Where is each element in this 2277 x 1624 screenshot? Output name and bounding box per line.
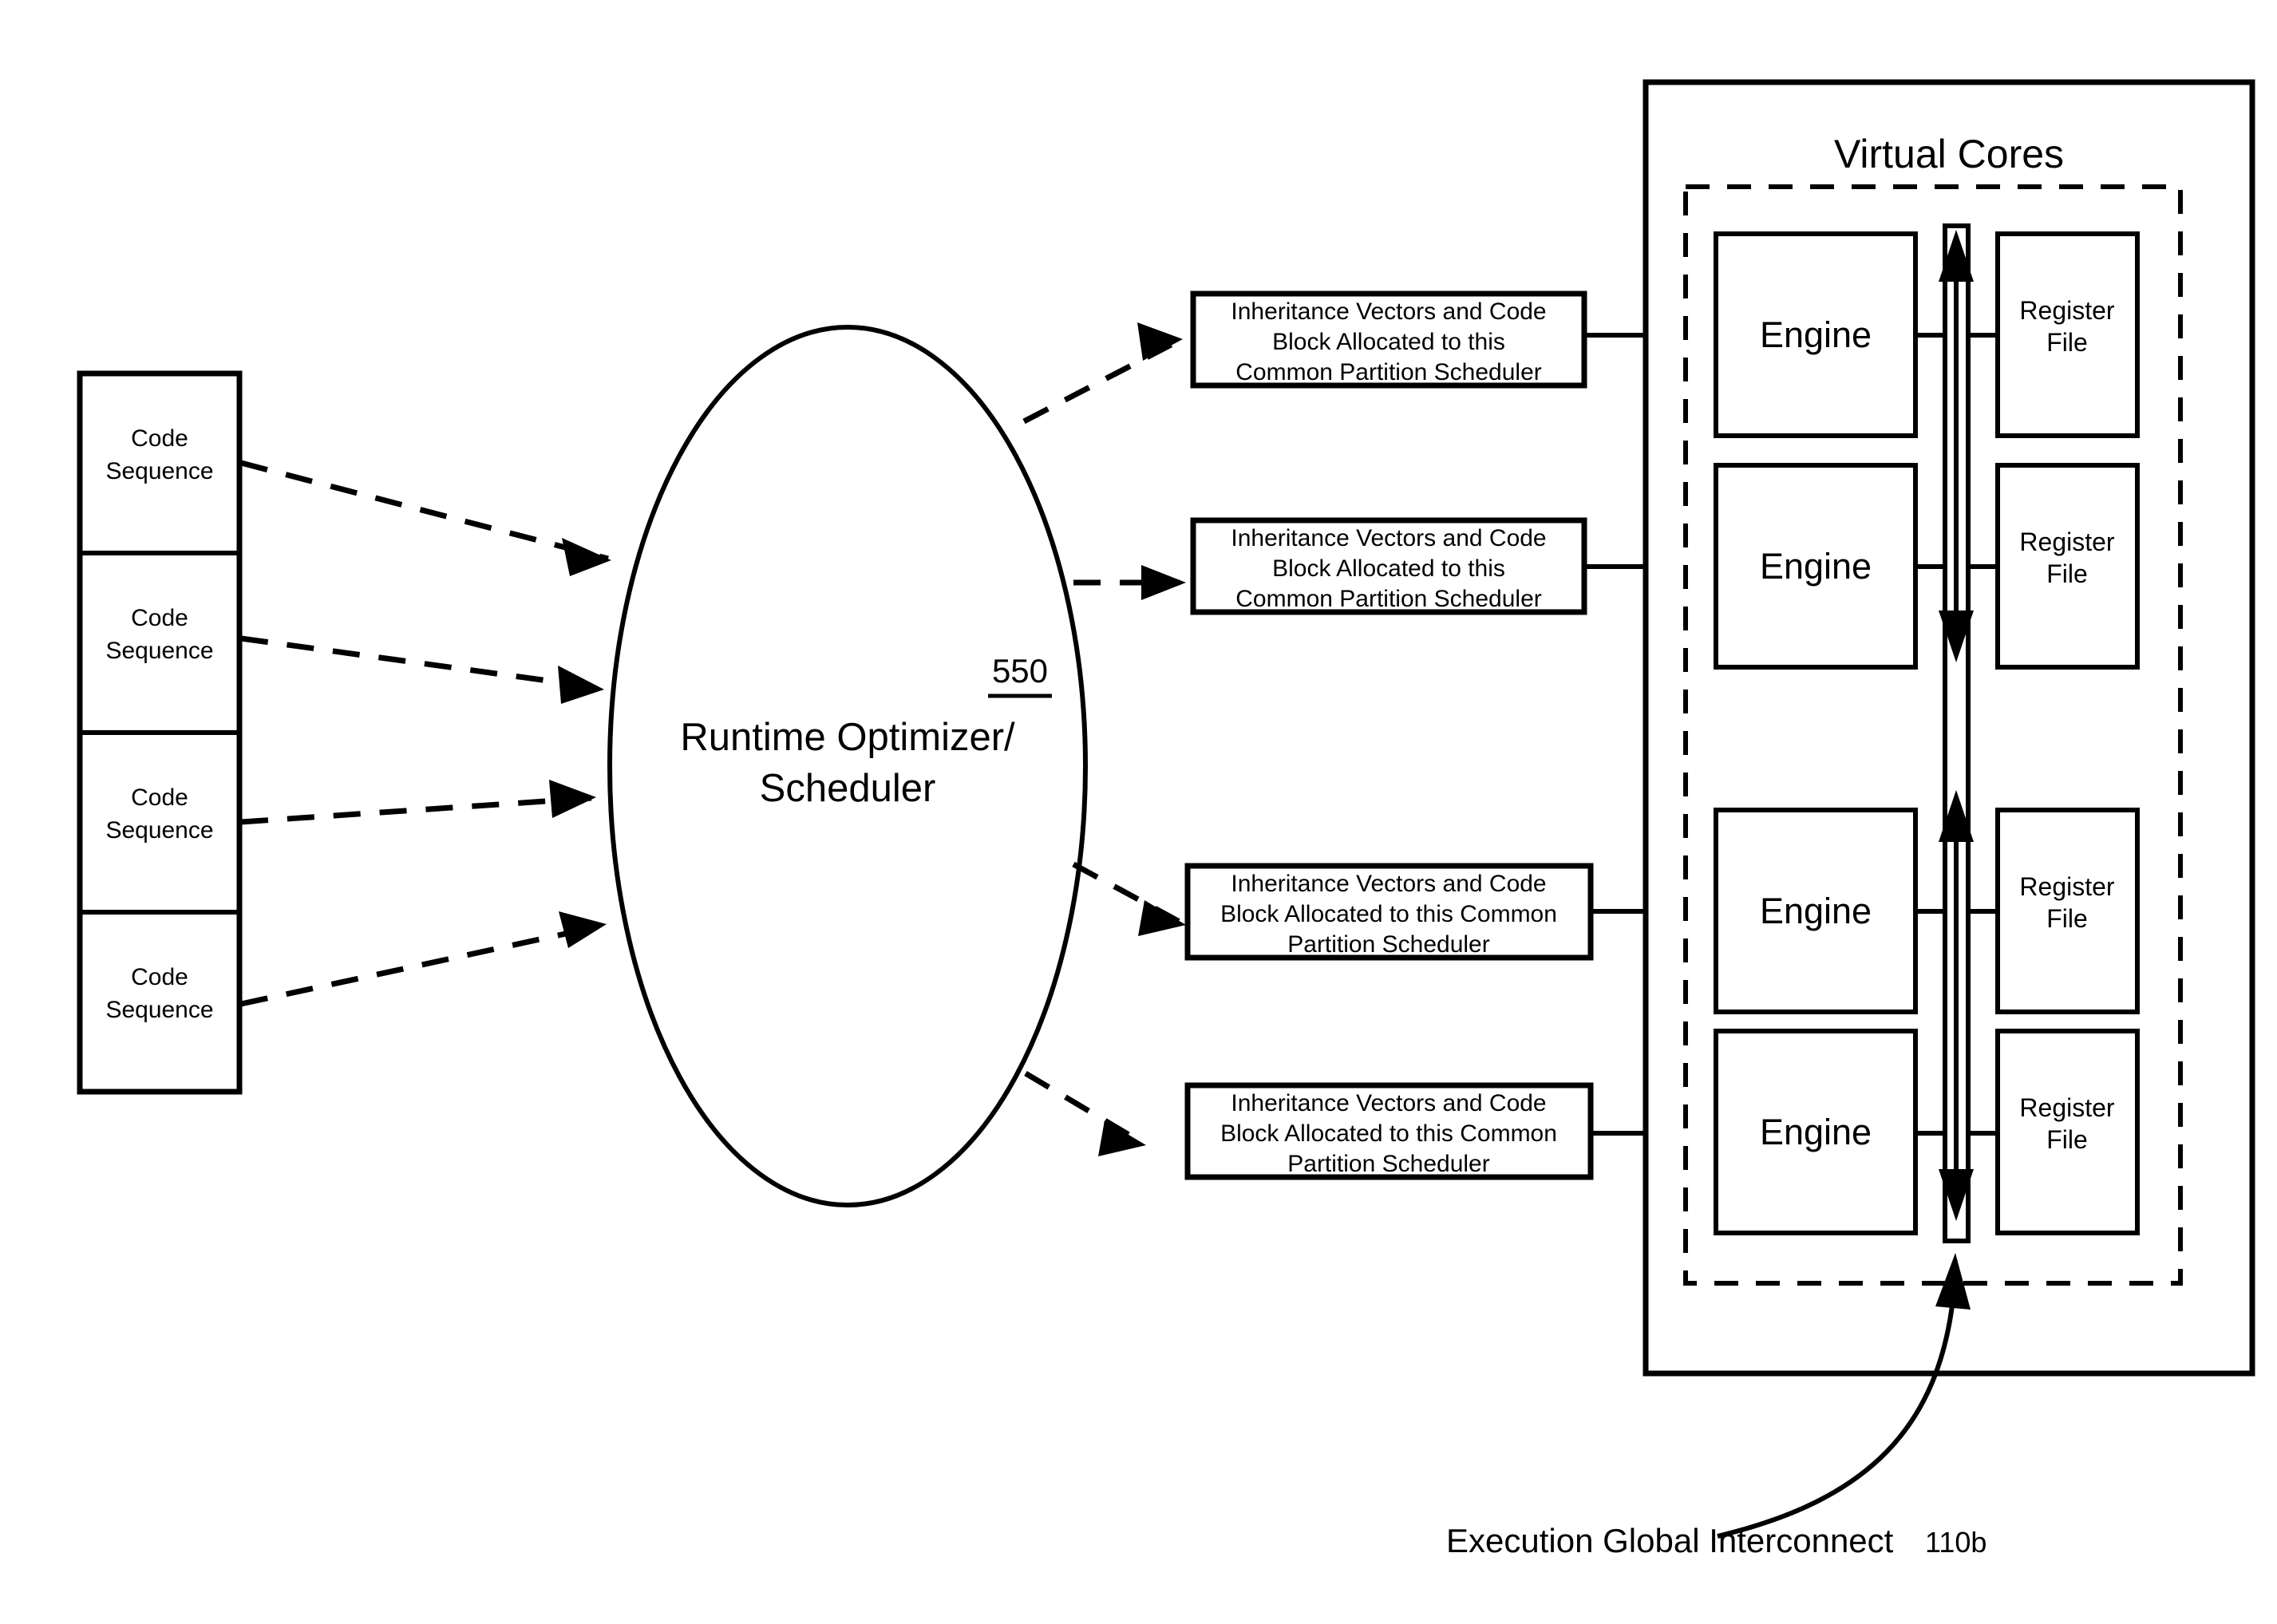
code-sequence-label-2-line2: Sequence [105,638,213,664]
partition-box-2-line1: Inheritance Vectors and Code [1231,525,1546,551]
dashed-arrowhead-pb4 [1098,1120,1146,1156]
dashed-arrow-cs1 [240,460,609,562]
dashed-arrowhead-cs4 [559,911,607,948]
partition-box-2-line2: Block Allocated to this [1272,555,1505,582]
partition-box-3-line2: Block Allocated to this Common [1220,901,1557,927]
runtime-optimizer-ellipse [607,325,1088,1207]
runtime-optimizer-node: 550 Runtime Optimizer/ Scheduler [607,325,1088,1207]
dashed-arrow-cs3 [240,795,593,825]
partition-box-3: Inheritance Vectors and Code Block Alloc… [1184,863,1594,961]
register-file-label-3-line1: Register [2019,872,2115,901]
code-sequence-label-1-line1: Code [131,425,188,452]
partition-box-1: Inheritance Vectors and Code Block Alloc… [1190,290,1587,389]
runtime-optimizer-label-line1: Runtime Optimizer/ [680,716,1015,759]
code-sequence-label-3-line1: Code [131,784,188,811]
register-file-label-1-line2: File [2046,328,2088,357]
interconnect-label: Execution Global Interconnect [1446,1522,1894,1559]
partition-box-1-line3: Common Partition Scheduler [1235,359,1542,385]
partition-box-1-line2: Block Allocated to this [1272,329,1505,355]
partition-box-4-line3: Partition Scheduler [1287,1151,1489,1177]
register-file-label-2-line2: File [2046,559,2088,588]
partition-box-1-line1: Inheritance Vectors and Code [1231,298,1546,325]
diagram-canvas: Code Sequence Code Sequence Code Sequenc… [77,79,2255,1559]
dashed-arrow-cs4 [240,923,603,1007]
patent-figure-diagram: Code Sequence Code Sequence Code Sequenc… [0,0,2277,1624]
dashed-arrowhead-cs3 [549,780,596,818]
code-sequence-stack: Code Sequence Code Sequence Code Sequenc… [77,370,243,1095]
execution-global-interconnect-bus [1939,223,1974,1243]
partition-box-2: Inheritance Vectors and Code Block Alloc… [1190,517,1587,615]
register-file-label-2-line1: Register [2019,528,2115,556]
partition-box-4-line2: Block Allocated to this Common [1220,1120,1557,1147]
virtual-cores-title: Virtual Cores [1834,132,2064,176]
register-file-label-4-line2: File [2046,1125,2088,1154]
runtime-optimizer-label-line2: Scheduler [760,767,936,810]
partition-box-3-line1: Inheritance Vectors and Code [1231,871,1546,897]
dashed-arrow-pb4 [1024,1070,1141,1144]
partition-box-4: Inheritance Vectors and Code Block Alloc… [1184,1082,1594,1180]
dashed-arrowhead-cs1 [562,538,611,576]
interconnect-reference: 110b [1925,1526,1986,1559]
partition-box-4-line1: Inheritance Vectors and Code [1231,1090,1546,1116]
code-sequence-label-4-line2: Sequence [105,997,213,1023]
dashed-arrow-cs2 [240,635,601,691]
code-sequence-label-2-line1: Code [131,605,188,631]
partition-box-2-line3: Common Partition Scheduler [1235,586,1542,612]
dashed-arrowhead-cs2 [558,666,604,704]
register-file-label-1-line1: Register [2019,296,2115,325]
register-file-label-4-line1: Register [2019,1093,2115,1122]
code-sequence-label-4-line1: Code [131,964,188,990]
code-sequence-label-1-line2: Sequence [105,458,213,484]
dashed-arrowhead-pb1 [1137,322,1183,361]
dashed-arrowhead-pb2 [1141,565,1186,600]
engine-label-4: Engine [1760,1112,1872,1152]
code-sequence-label-3-line2: Sequence [105,817,213,844]
runtime-optimizer-reference: 550 [992,652,1048,690]
engine-label-1: Engine [1760,314,1872,355]
engine-label-3: Engine [1760,891,1872,931]
register-file-label-3-line2: File [2046,904,2088,933]
engine-label-2: Engine [1760,546,1872,587]
code-sequence-to-optimizer-arrows [240,460,611,1007]
partition-box-3-line3: Partition Scheduler [1287,931,1489,958]
